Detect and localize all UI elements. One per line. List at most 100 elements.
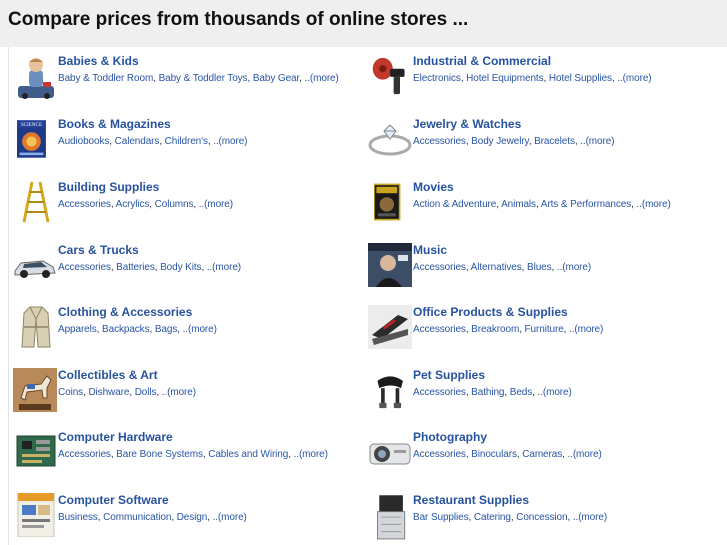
subcategory-link[interactable]: Furniture: [525, 324, 564, 335]
subcategory-link[interactable]: Accessories: [58, 262, 111, 273]
more-link[interactable]: ..(more): [636, 199, 670, 210]
subcategory-link[interactable]: Acrylics: [116, 199, 150, 210]
subcategory-link[interactable]: Business: [58, 512, 98, 523]
subcategory-link[interactable]: Dishware: [88, 387, 129, 398]
subcategory-link[interactable]: Apparels: [58, 324, 97, 335]
more-link[interactable]: ..(more): [294, 449, 328, 460]
subcategory-link[interactable]: Baby Gear: [253, 73, 299, 84]
subcategory-link[interactable]: Audiobooks: [58, 136, 109, 147]
subcategory-link[interactable]: Cables and Wiring: [208, 449, 288, 460]
dvd-cover-icon[interactable]: [374, 180, 406, 224]
subcategory-link[interactable]: Communication: [103, 512, 171, 523]
subcategory-link[interactable]: Body Kits: [160, 262, 201, 273]
subcategory-link[interactable]: Batteries: [116, 262, 155, 273]
circuit-board-icon[interactable]: [16, 430, 56, 474]
grinder-tool-icon[interactable]: [370, 54, 410, 98]
category-title-books-magazines[interactable]: Books & Magazines: [58, 117, 171, 131]
trench-coat-icon[interactable]: [16, 305, 56, 349]
subcategory-link[interactable]: Beds: [510, 387, 533, 398]
subcategory-link[interactable]: Accessories: [413, 324, 466, 335]
category-title-movies[interactable]: Movies: [413, 180, 454, 194]
subcategory-list: Coins, Dishware, Dolls, ..(more): [58, 387, 196, 398]
stapler-icon[interactable]: [368, 305, 412, 349]
subcategory-link[interactable]: Hotel Supplies: [549, 73, 612, 84]
more-link[interactable]: ..(more): [567, 449, 601, 460]
subcategory-link[interactable]: Accessories: [413, 136, 466, 147]
more-link[interactable]: ..(more): [538, 387, 572, 398]
subcategory-link[interactable]: Bar Supplies: [413, 512, 469, 523]
subcategory-link[interactable]: Binoculars: [471, 449, 517, 460]
subcategory-link[interactable]: Calendars: [115, 136, 160, 147]
more-link[interactable]: ..(more): [213, 136, 247, 147]
subcategory-link[interactable]: Children's: [165, 136, 208, 147]
horse-figurine-icon[interactable]: [13, 368, 57, 412]
category-title-babies-kids[interactable]: Babies & Kids: [58, 54, 139, 68]
projector-icon[interactable]: [368, 430, 412, 474]
subcategory-link[interactable]: Baby & Toddler Toys: [159, 73, 248, 84]
ladder-icon[interactable]: [16, 180, 56, 224]
subcategory-link[interactable]: Catering: [474, 512, 511, 523]
category-title-jewelry-watches[interactable]: Jewelry & Watches: [413, 117, 521, 131]
more-link[interactable]: ..(more): [557, 262, 591, 273]
subcategory-link[interactable]: Columns: [155, 199, 194, 210]
subcategory-link[interactable]: Animals: [501, 199, 536, 210]
subcategory-link[interactable]: Action & Adventure: [413, 199, 496, 210]
subcategory-link[interactable]: Bare Bone Systems: [116, 449, 203, 460]
more-link[interactable]: ..(more): [199, 199, 233, 210]
album-cover-icon[interactable]: [368, 243, 412, 287]
category-title-computer-hardware[interactable]: Computer Hardware: [58, 430, 173, 444]
subcategory-link[interactable]: Breakroom: [471, 324, 519, 335]
subcategory-link[interactable]: Hotel Equipments: [466, 73, 543, 84]
more-link[interactable]: ..(more): [213, 512, 247, 523]
subcategory-link[interactable]: Backpacks: [102, 324, 150, 335]
subcategory-list: Apparels, Backpacks, Bags, ..(more): [58, 324, 217, 335]
subcategory-link[interactable]: Bracelets: [534, 136, 575, 147]
more-link[interactable]: ..(more): [305, 73, 339, 84]
category-title-photography[interactable]: Photography: [413, 430, 487, 444]
category-title-computer-software[interactable]: Computer Software: [58, 493, 169, 507]
subcategory-link[interactable]: Dolls: [135, 387, 157, 398]
subcategory-link[interactable]: Electronics: [413, 73, 461, 84]
category-title-clothing-accessories[interactable]: Clothing & Accessories: [58, 305, 192, 319]
subcategory-link[interactable]: Concession: [516, 512, 567, 523]
subcategory-link[interactable]: Accessories: [413, 449, 466, 460]
category-title-collectibles-art[interactable]: Collectibles & Art: [58, 368, 158, 382]
category-title-cars-trucks[interactable]: Cars & Trucks: [58, 243, 139, 257]
subcategory-link[interactable]: Baby & Toddler Room: [58, 73, 153, 84]
diamond-ring-icon[interactable]: [368, 117, 412, 161]
more-link[interactable]: ..(more): [207, 262, 241, 273]
subcategory-link[interactable]: Alternatives: [471, 262, 522, 273]
more-link[interactable]: ..(more): [573, 512, 607, 523]
more-link[interactable]: ..(more): [162, 387, 196, 398]
category-title-office-products[interactable]: Office Products & Supplies: [413, 305, 568, 319]
car-icon[interactable]: [13, 243, 57, 287]
category-title-industrial-commercial[interactable]: Industrial & Commercial: [413, 54, 551, 68]
ice-machine-icon[interactable]: [372, 493, 412, 543]
more-link[interactable]: ..(more): [617, 73, 651, 84]
science-magazine-icon[interactable]: SCIENCE: [17, 117, 51, 161]
more-link[interactable]: ..(more): [580, 136, 614, 147]
subcategory-link[interactable]: Design: [177, 512, 208, 523]
subcategory-link[interactable]: Bathing: [471, 387, 504, 398]
category-title-building-supplies[interactable]: Building Supplies: [58, 180, 159, 194]
subcategory-link[interactable]: Accessories: [413, 387, 466, 398]
category-title-pet-supplies[interactable]: Pet Supplies: [413, 368, 485, 382]
subcategory-link[interactable]: Accessories: [58, 199, 111, 210]
subcategory-link[interactable]: Bags: [155, 324, 178, 335]
subcategory-link[interactable]: Blues: [527, 262, 552, 273]
subcategory-link[interactable]: Accessories: [58, 449, 111, 460]
category-title-restaurant-supplies[interactable]: Restaurant Supplies: [413, 493, 529, 507]
subcategory-list: Accessories, Bathing, Beds, ..(more): [413, 387, 572, 398]
software-box-icon[interactable]: [16, 493, 56, 537]
subcategory-link[interactable]: Body Jewelry: [471, 136, 529, 147]
subcategory-link[interactable]: Coins: [58, 387, 83, 398]
category-title-music[interactable]: Music: [413, 243, 447, 257]
category-building-supplies: Building Supplies Accessories, Acrylics,…: [16, 180, 366, 238]
baby-on-toy-icon[interactable]: [16, 56, 56, 100]
more-link[interactable]: ..(more): [569, 324, 603, 335]
saddle-icon[interactable]: [372, 368, 412, 412]
subcategory-link[interactable]: Accessories: [413, 262, 466, 273]
subcategory-link[interactable]: Arts & Performances: [541, 199, 631, 210]
more-link[interactable]: ..(more): [183, 324, 217, 335]
subcategory-link[interactable]: Cameras: [522, 449, 562, 460]
